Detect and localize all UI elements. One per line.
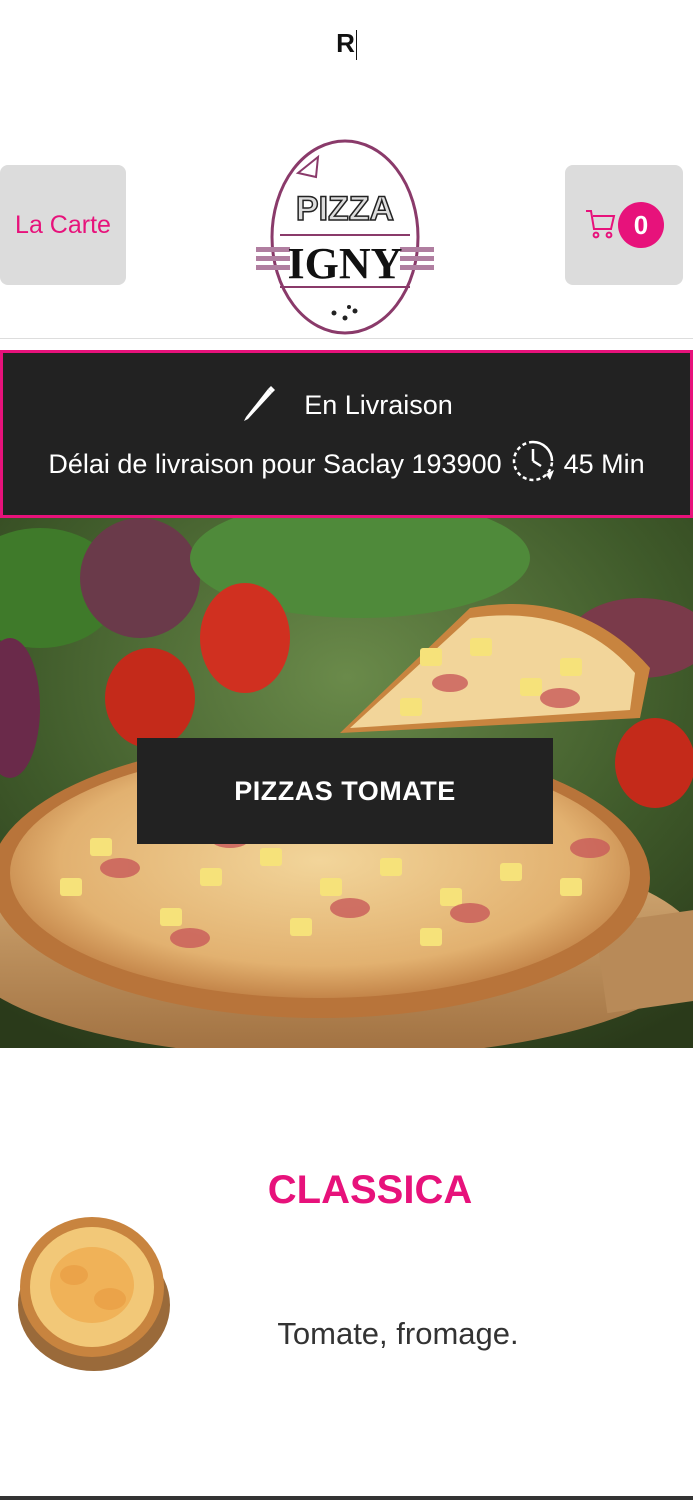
hero-pizza-image: PIZZAS TOMATE [0,518,693,1048]
text-caret [355,30,357,61]
category-button[interactable]: PIZZAS TOMATE [137,738,553,844]
clock-icon [510,438,556,491]
header-divider [0,338,693,339]
logo-text-pizza: PIZZA [296,190,394,228]
delivery-delay-text: Délai de livraison pour Saclay 193900 [48,449,502,479]
pizza-igny-logo[interactable]: PIZZA IGNY [250,135,440,340]
cart-icon [584,205,616,246]
delivery-mode-text: En Livraison [304,390,453,420]
category-button-label: PIZZAS TOMATE [234,775,456,806]
cart-count-badge: 0 [618,202,664,248]
product-image[interactable] [14,1205,174,1375]
pencil-icon [240,381,276,430]
menu-button-label: La Carte [15,210,111,239]
bottom-divider [0,1496,693,1500]
logo-text-igny: IGNY [288,239,403,288]
menu-button[interactable]: La Carte [0,165,126,285]
product-description: Tomate, fromage. [277,1316,519,1351]
delivery-delay-row: Délai de livraison pour Saclay 193900 45… [3,438,690,491]
page: R La Carte PIZZA IGNY 0 En Livraison Dél… [0,0,693,1500]
delivery-mode-row: En Livraison [3,381,690,430]
cart-button[interactable]: 0 [565,165,683,285]
search-input[interactable]: R [0,18,693,68]
delivery-delay-time: 45 Min [563,449,645,479]
search-input-value: R [336,28,355,58]
delivery-banner[interactable]: En Livraison Délai de livraison pour Sac… [0,350,693,518]
product-name[interactable]: CLASSICA [200,1168,540,1213]
